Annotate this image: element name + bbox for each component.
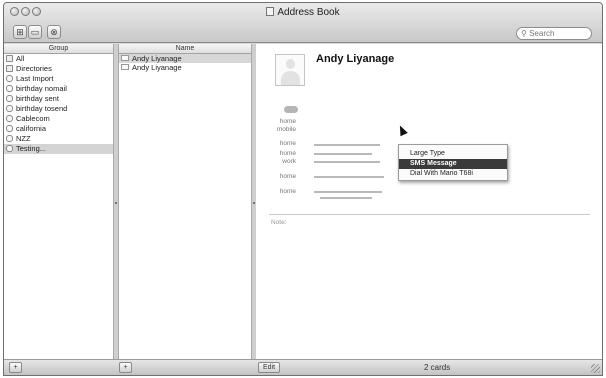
smart-group-icon <box>6 105 13 112</box>
group-item[interactable]: Directories <box>4 64 113 74</box>
smart-group-icon <box>6 75 13 82</box>
group-item-label: birthday sent <box>16 94 59 103</box>
title-bar: Address Book ⊞ ▭ ⊗ ⚲ Search <box>4 3 602 43</box>
note-divider <box>269 214 590 215</box>
group-item[interactable]: birthday tosend <box>4 104 113 114</box>
group-icon <box>6 55 13 62</box>
group-item-label: Directories <box>16 64 52 73</box>
name-list: Andy Liyanage Andy Liyanage <box>119 54 251 72</box>
address-book-window: Address Book ⊞ ▭ ⊗ ⚲ Search Group All Dir… <box>3 2 603 376</box>
contact-card-icon <box>121 64 129 70</box>
group-item[interactable]: birthday sent <box>4 94 113 104</box>
contact-card: Andy Liyanage home mobile home home work… <box>256 44 602 359</box>
view-card-and-columns-button[interactable]: ⊞ <box>13 25 27 39</box>
name-column: Name Andy Liyanage Andy Liyanage <box>119 44 251 359</box>
smart-group-icon <box>6 115 13 122</box>
field-value[interactable] <box>314 153 372 155</box>
phone-field-context-menu: Large Type SMS Message Dial With Mario T… <box>398 144 508 181</box>
field-label: home <box>279 150 296 157</box>
name-column-header[interactable]: Name <box>119 44 251 54</box>
divider-grip <box>253 201 255 204</box>
group-item-label: All <box>16 54 25 63</box>
window-title: Address Book <box>4 7 602 18</box>
field-label: home <box>279 173 296 180</box>
group-item[interactable]: Testing... <box>4 144 113 154</box>
smart-group-icon <box>6 145 13 152</box>
group-item[interactable]: california <box>4 124 113 134</box>
field-label[interactable]: mobile <box>248 126 296 133</box>
field-value[interactable] <box>314 161 380 163</box>
field-label: home <box>279 118 296 125</box>
edit-button[interactable]: Edit <box>258 362 280 373</box>
group-item[interactable]: All <box>4 54 113 64</box>
directories-icon <box>6 65 13 72</box>
menu-item-large-type[interactable]: Large Type <box>399 149 507 159</box>
search-field[interactable]: ⚲ Search <box>516 27 592 40</box>
address-book-icon <box>266 7 275 16</box>
divider-grip <box>115 201 117 204</box>
field-label: home <box>279 140 296 147</box>
group-item[interactable]: NZZ <box>4 134 113 144</box>
group-item-label: Testing... <box>16 144 47 153</box>
close-icon[interactable]: ⊗ <box>47 25 61 39</box>
search-icon: ⚲ <box>521 29 527 38</box>
contact-photo[interactable] <box>275 54 305 86</box>
add-group-button[interactable]: + <box>9 362 22 373</box>
group-item-label: birthday nomail <box>16 84 67 93</box>
group-item-label: Last Import <box>16 74 54 83</box>
name-item-label: Andy Liyanage <box>132 63 182 72</box>
note-label[interactable]: Note: <box>271 219 287 226</box>
name-item[interactable]: Andy Liyanage <box>119 54 251 63</box>
add-person-button[interactable]: + <box>119 362 132 373</box>
contact-card-icon <box>121 55 129 61</box>
search-placeholder: Search <box>529 29 555 38</box>
card-count: 2 cards <box>424 363 451 372</box>
field-label: home <box>279 188 296 195</box>
field-label: work <box>282 158 296 165</box>
resize-grip-icon[interactable] <box>591 364 600 373</box>
group-item-label: Cablecom <box>16 114 50 123</box>
smart-group-icon <box>6 125 13 132</box>
group-list: All Directories Last Import birthday nomail… <box>4 54 113 154</box>
group-item-label: california <box>16 124 47 133</box>
group-item[interactable]: Cablecom <box>4 114 113 124</box>
group-column: Group All Directories Last Import birthday … <box>4 44 113 359</box>
group-item[interactable]: birthday nomail <box>4 84 113 94</box>
name-item-label: Andy Liyanage <box>132 54 182 63</box>
view-card-only-button[interactable]: ▭ <box>28 25 42 39</box>
bottom-bar: + + Edit 2 cards <box>4 359 602 375</box>
person-silhouette-icon <box>281 59 300 85</box>
field-value[interactable] <box>314 144 380 146</box>
group-item-label: NZZ <box>16 134 31 143</box>
group-item-label: birthday tosend <box>16 104 68 113</box>
smart-group-icon <box>6 95 13 102</box>
contact-name[interactable]: Andy Liyanage <box>316 53 394 65</box>
field-value[interactable] <box>314 176 384 178</box>
field-value[interactable] <box>320 197 372 199</box>
menu-item-dial-with-phone[interactable]: Dial With Mario T68i <box>399 169 507 179</box>
name-item[interactable]: Andy Liyanage <box>119 63 251 72</box>
group-column-header[interactable]: Group <box>4 44 113 54</box>
smart-group-icon <box>6 135 13 142</box>
group-item[interactable]: Last Import <box>4 74 113 84</box>
menu-item-sms-message[interactable]: SMS Message <box>399 159 507 169</box>
field-label-popup-button[interactable] <box>284 106 298 113</box>
field-value[interactable] <box>314 191 382 193</box>
smart-group-icon <box>6 85 13 92</box>
